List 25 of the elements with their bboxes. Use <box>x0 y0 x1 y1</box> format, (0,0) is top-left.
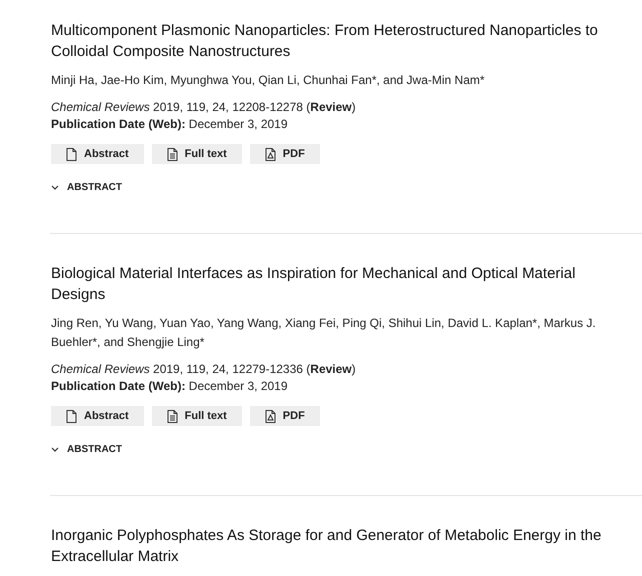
abstract-toggle[interactable]: ABSTRACT <box>51 442 122 457</box>
document-icon <box>66 148 77 160</box>
chevron-icon <box>51 185 59 190</box>
author-list: Jing Ren, Yu Wang, Yuan Yao, Yang Wang, Xiang Fei, Ping Qi, Shihui Lin, David L. Kaplan*, Markus J. Buehler*, and Shengjie Ling* <box>51 314 620 352</box>
author-list: Minji Ha, Jae-Ho Kim, Myunghwa You, Qian Li, Chunhai Fan*, and Jwa-Min Nam* <box>51 71 620 90</box>
fulltext-button[interactable]: Full text <box>152 144 242 164</box>
chevron-icon <box>51 447 59 452</box>
text-document-icon <box>166 410 178 422</box>
pdf-button[interactable]: PDF <box>250 144 320 164</box>
abstract-button[interactable]: Abstract <box>51 406 144 426</box>
fulltext-button[interactable]: Full text <box>152 406 242 426</box>
article-title[interactable]: Multicomponent Plasmonic Nanoparticles: From Heterostructured Nanoparticles to Colloidal Composite Nanostructures <box>51 20 620 62</box>
text-document-icon <box>166 148 178 160</box>
pdf-file-icon <box>264 410 276 422</box>
publication-date: Publication Date (Web): December 3, 2019 <box>51 116 289 133</box>
article-title[interactable]: Inorganic Polyphosphates As Storage for and Generator of Metabolic Energy in the Extracellular Matrix <box>51 525 620 567</box>
pdf-file-icon <box>264 148 276 160</box>
document-icon <box>66 410 77 422</box>
pdf-button[interactable]: PDF <box>250 406 320 426</box>
article-title[interactable]: Biological Material Interfaces as Inspiration for Mechanical and Optical Material Designs <box>51 263 620 305</box>
abstract-button[interactable]: Abstract <box>51 144 144 164</box>
publication-date: Publication Date (Web): December 3, 2019 <box>51 378 289 395</box>
journal-citation: Chemical Reviews 2019, 119, 24, 12208-12278 (Review) <box>51 99 357 116</box>
abstract-toggle[interactable]: ABSTRACT <box>51 180 122 195</box>
journal-citation: Chemical Reviews 2019, 119, 24, 12279-12336 (Review) <box>51 361 357 378</box>
